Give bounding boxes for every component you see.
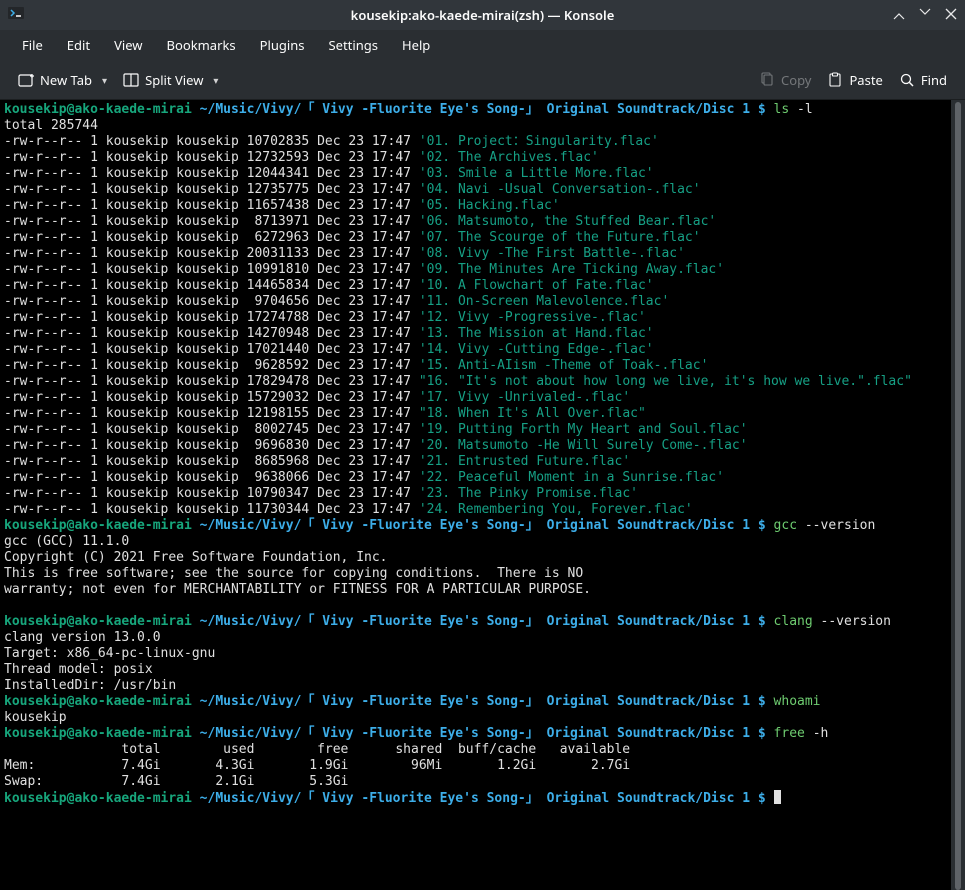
close-button[interactable] [945,6,957,24]
titlebar: kousekip:ako-kaede-mirai(zsh) — Konsole [0,0,965,30]
find-label: Find [921,71,947,89]
new-tab-label: New Tab [40,71,92,89]
maximize-button[interactable] [919,6,931,24]
paste-icon [827,72,843,88]
find-button[interactable]: Find [891,67,955,93]
menu-plugins[interactable]: Plugins [248,30,317,60]
minimize-button[interactable] [893,6,905,24]
menu-view[interactable]: View [102,30,154,60]
copy-icon [759,72,775,88]
new-tab-icon [18,72,34,88]
menu-settings[interactable]: Settings [317,30,390,60]
split-view-label: Split View [145,71,203,89]
new-tab-button[interactable]: New Tab ▾ [10,67,115,93]
find-icon [899,72,915,88]
menu-edit[interactable]: Edit [55,30,102,60]
menubar: FileEditViewBookmarksPluginsSettingsHelp [0,30,965,60]
window-title: kousekip:ako-kaede-mirai(zsh) — Konsole [351,6,615,24]
terminal-output[interactable]: kousekip@ako-kaede-mirai ~/Music/Vivy/「 … [0,100,951,890]
menu-file[interactable]: File [10,30,55,60]
paste-label: Paste [849,71,882,89]
split-view-button[interactable]: Split View ▾ [115,67,226,93]
scrollbar-thumb[interactable] [955,102,961,890]
paste-button[interactable]: Paste [819,67,890,93]
split-view-icon [123,72,139,88]
toolbar: New Tab ▾ Split View ▾ Copy Paste Find [0,60,965,100]
chevron-down-icon: ▾ [213,73,218,87]
terminal-container: kousekip@ako-kaede-mirai ~/Music/Vivy/「 … [0,100,965,890]
copy-label: Copy [781,71,811,89]
konsole-icon [8,5,24,25]
menu-bookmarks[interactable]: Bookmarks [155,30,248,60]
menu-help[interactable]: Help [390,30,442,60]
scrollbar[interactable] [951,100,965,890]
copy-button[interactable]: Copy [751,67,819,93]
chevron-down-icon: ▾ [102,73,107,87]
